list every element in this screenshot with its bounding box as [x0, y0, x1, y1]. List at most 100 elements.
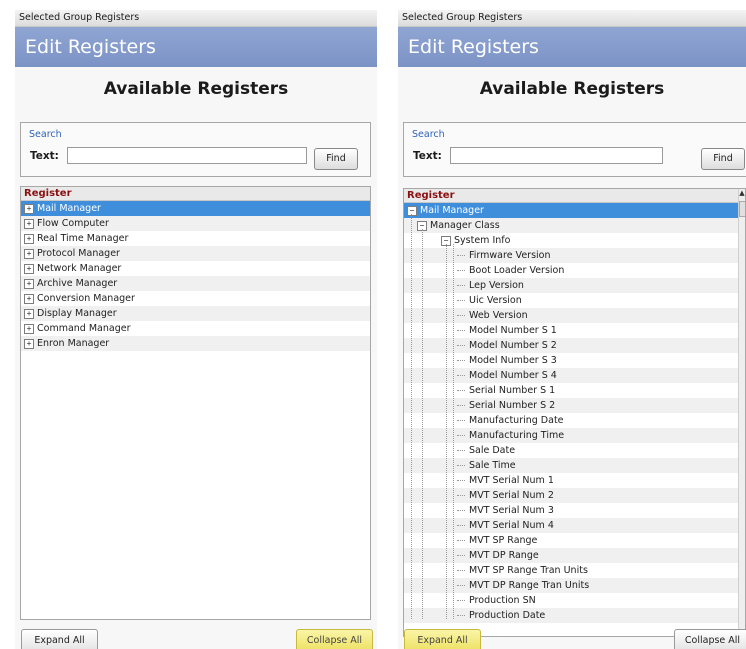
expand-toggle-icon[interactable]: +: [24, 234, 34, 244]
tree-row[interactable]: + Conversion Manager: [21, 291, 370, 306]
tree-row-label: Uic Version: [469, 295, 522, 306]
expand-toggle-icon[interactable]: +: [24, 324, 34, 334]
tree-row[interactable]: + Real Time Manager: [21, 231, 370, 246]
tree-connector: [457, 465, 465, 466]
tree-scrollbar[interactable]: ▲ ▼: [738, 189, 745, 636]
tree-row[interactable]: Web Version: [404, 308, 745, 323]
find-button[interactable]: Find: [314, 148, 358, 170]
expand-toggle-icon[interactable]: +: [24, 249, 34, 259]
tree-row[interactable]: + Command Manager: [21, 321, 370, 336]
tree-row[interactable]: Production SN: [404, 593, 745, 608]
tree-guide-line: [411, 214, 412, 619]
tree-row[interactable]: MVT Serial Num 4: [404, 518, 745, 533]
collapse-all-button[interactable]: Collapse All: [674, 629, 746, 649]
search-legend: Search: [29, 129, 62, 140]
window-title: Selected Group Registers: [15, 10, 377, 27]
tree-row[interactable]: + Flow Computer: [21, 216, 370, 231]
tree-row[interactable]: + Protocol Manager: [21, 246, 370, 261]
tree-row-label: Display Manager: [37, 308, 117, 319]
tree-row-label: MVT DP Range: [469, 550, 539, 561]
tree-row-label: Manufacturing Date: [469, 415, 564, 426]
tree-row[interactable]: Sale Time: [404, 458, 745, 473]
tree-connector: [457, 360, 465, 361]
scroll-up-arrow-icon[interactable]: ▲: [739, 189, 745, 197]
tree-row-label: Mail Manager: [37, 203, 101, 214]
tree-row[interactable]: Lep Version: [404, 278, 745, 293]
left-registers-panel: Selected Group Registers Edit Registers …: [15, 10, 377, 649]
tree-row[interactable]: + Archive Manager: [21, 276, 370, 291]
tree-row[interactable]: + Enron Manager: [21, 336, 370, 351]
tree-connector: [457, 540, 465, 541]
search-text-label: Text:: [413, 150, 442, 162]
tree-row[interactable]: MVT Serial Num 1: [404, 473, 745, 488]
tree-row[interactable]: Model Number S 2: [404, 338, 745, 353]
tree-row[interactable]: Model Number S 3: [404, 353, 745, 368]
tree-row[interactable]: − Manager Class: [404, 218, 745, 233]
expand-all-button[interactable]: Expand All: [404, 629, 481, 649]
tree-row-label: Model Number S 4: [469, 370, 557, 381]
tree-guide-line: [453, 244, 454, 619]
search-input[interactable]: [67, 147, 307, 164]
tree-row-label: Network Manager: [37, 263, 122, 274]
register-tree-rows: − Mail Manager − Manager Class − System Info F…: [404, 203, 745, 623]
tree-connector: [457, 285, 465, 286]
find-button[interactable]: Find: [701, 148, 745, 170]
tree-row[interactable]: MVT Serial Num 2: [404, 488, 745, 503]
search-input[interactable]: [450, 147, 663, 164]
tree-connector: [457, 390, 465, 391]
tree-row-label: Model Number S 3: [469, 355, 557, 366]
tree-row[interactable]: − System Info: [404, 233, 745, 248]
tree-row[interactable]: Manufacturing Date: [404, 413, 745, 428]
tree-row[interactable]: MVT DP Range: [404, 548, 745, 563]
tree-row-label: Production SN: [469, 595, 536, 606]
tree-row[interactable]: MVT Serial Num 3: [404, 503, 745, 518]
tree-guide-line: [446, 244, 447, 619]
tree-row[interactable]: Model Number S 4: [404, 368, 745, 383]
expand-toggle-icon[interactable]: +: [24, 219, 34, 229]
expand-toggle-icon[interactable]: +: [24, 204, 34, 214]
tree-row-label: MVT SP Range: [469, 535, 538, 546]
right-registers-panel: Selected Group Registers Edit Registers …: [398, 10, 746, 649]
tree-row[interactable]: Sale Date: [404, 443, 745, 458]
tree-row[interactable]: Boot Loader Version: [404, 263, 745, 278]
available-registers-title: Available Registers: [479, 79, 665, 99]
tree-row[interactable]: MVT SP Range Tran Units: [404, 563, 745, 578]
tree-connector: [457, 255, 465, 256]
tree-row[interactable]: Serial Number S 1: [404, 383, 745, 398]
tree-row-label: Enron Manager: [37, 338, 110, 349]
expand-toggle-icon[interactable]: +: [24, 294, 34, 304]
expand-all-button[interactable]: Expand All: [21, 629, 98, 649]
tree-row-label: Serial Number S 1: [469, 385, 556, 396]
tree-row[interactable]: + Network Manager: [21, 261, 370, 276]
tree-row-label: Model Number S 2: [469, 340, 557, 351]
tree-row[interactable]: Uic Version: [404, 293, 745, 308]
collapse-all-button[interactable]: Collapse All: [296, 629, 373, 649]
tree-row[interactable]: Firmware Version: [404, 248, 745, 263]
tree-row[interactable]: MVT DP Range Tran Units: [404, 578, 745, 593]
tree-row[interactable]: − Mail Manager: [404, 203, 745, 218]
expand-toggle-icon[interactable]: +: [24, 279, 34, 289]
tree-row[interactable]: + Display Manager: [21, 306, 370, 321]
register-tree-rows: + Mail Manager + Flow Computer + Real Time Ma…: [21, 201, 370, 351]
tree-row[interactable]: + Mail Manager: [21, 201, 370, 216]
tree-row-label: Manager Class: [430, 220, 500, 231]
tree-connector: [457, 330, 465, 331]
tree-row[interactable]: Production Date: [404, 608, 745, 623]
tree-guide-line: [422, 229, 423, 619]
tree-row[interactable]: MVT SP Range: [404, 533, 745, 548]
tree-row[interactable]: Manufacturing Time: [404, 428, 745, 443]
tree-connector: [457, 600, 465, 601]
tree-row[interactable]: Serial Number S 2: [404, 398, 745, 413]
collapse-toggle-icon[interactable]: −: [407, 206, 417, 216]
tree-row[interactable]: Model Number S 1: [404, 323, 745, 338]
tree-row-label: Protocol Manager: [37, 248, 120, 259]
expand-toggle-icon[interactable]: +: [24, 339, 34, 349]
tree-connector: [457, 615, 465, 616]
tree-connector: [457, 420, 465, 421]
expand-toggle-icon[interactable]: +: [24, 309, 34, 319]
register-tree: Register − Mail Manager − Manager Class − Sys…: [403, 188, 746, 637]
tree-row-label: MVT Serial Num 1: [469, 475, 554, 486]
tree-row-label: Archive Manager: [37, 278, 118, 289]
expand-toggle-icon[interactable]: +: [24, 264, 34, 274]
scroll-thumb[interactable]: [739, 201, 745, 217]
